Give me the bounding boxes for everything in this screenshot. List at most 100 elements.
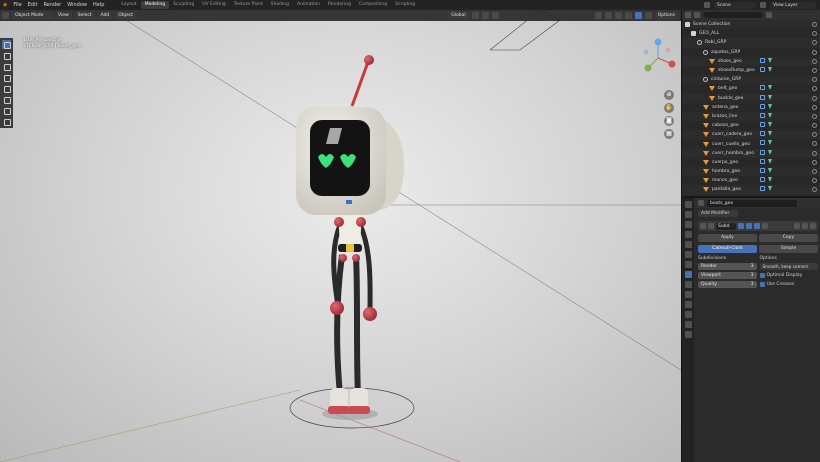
- 3d-viewport[interactable]: Object Mode View Select Add Object Globa…: [0, 10, 681, 462]
- visibility-eye-icon[interactable]: [812, 169, 817, 174]
- workspace-tab[interactable]: Animation: [293, 1, 324, 9]
- viewport-levels-field[interactable]: Viewport 3: [698, 272, 757, 279]
- zoom-icon[interactable]: ⊕: [664, 90, 674, 100]
- apply-button[interactable]: Apply: [698, 234, 757, 242]
- workspace-tab[interactable]: Rendering: [324, 1, 355, 9]
- outliner-row[interactable]: shoes_geo: [682, 56, 820, 66]
- visibility-eye-icon[interactable]: [812, 123, 817, 129]
- physics-tab-icon[interactable]: [684, 291, 692, 298]
- add-modifier-button[interactable]: Add Modifier: [698, 209, 738, 217]
- collapse-icon[interactable]: [700, 223, 706, 229]
- visibility-eye-icon[interactable]: [812, 86, 817, 92]
- transform-tool-icon[interactable]: [2, 95, 11, 104]
- outliner-row[interactable]: manos_geo: [682, 176, 820, 185]
- visibility-eye-icon[interactable]: [812, 31, 817, 37]
- data-tab-icon[interactable]: [684, 311, 692, 318]
- visibility-eye-icon[interactable]: [812, 49, 817, 55]
- edit-mode-toggle-icon[interactable]: [738, 223, 744, 229]
- visibility-eye-icon[interactable]: [812, 187, 817, 193]
- outliner-row[interactable]: Robi_GRP: [682, 38, 820, 48]
- move-down-icon[interactable]: [802, 223, 808, 229]
- workspace-tab[interactable]: Sculpting: [169, 1, 198, 9]
- outliner-row[interactable]: cuerr_hombro_geo: [682, 148, 820, 158]
- outliner-row[interactable]: brazos_line: [682, 111, 820, 122]
- outliner-row[interactable]: buckle_geo: [682, 93, 820, 103]
- navigation-gizmo[interactable]: [638, 38, 678, 78]
- viewport-toggle-icon[interactable]: [746, 223, 752, 229]
- select-tool-icon[interactable]: [2, 40, 11, 49]
- workspace-tab[interactable]: Compositing: [355, 1, 391, 9]
- shading-material-icon[interactable]: [634, 12, 642, 19]
- pan-icon[interactable]: ✋: [664, 103, 674, 113]
- snap-icon[interactable]: [481, 12, 489, 19]
- visibility-eye-icon[interactable]: [812, 40, 817, 46]
- quality-field[interactable]: Quality 3: [698, 281, 757, 288]
- visibility-eye-icon[interactable]: [812, 58, 817, 64]
- modifier-name-field[interactable]: Subd: [716, 222, 736, 230]
- catmull-clark-button[interactable]: Catmull-Clark: [698, 245, 757, 253]
- view-layer-tab-icon[interactable]: [684, 231, 692, 238]
- visibility-eye-icon[interactable]: [812, 132, 817, 138]
- view-layer-selector[interactable]: View Layer: [770, 1, 816, 9]
- editor-type-icon[interactable]: [2, 12, 9, 19]
- workspace-tab[interactable]: Modeling: [140, 1, 170, 9]
- scene-selector[interactable]: Scene: [714, 1, 756, 9]
- menu-render[interactable]: Render: [40, 2, 64, 8]
- outliner-row[interactable]: antena_geo: [682, 103, 820, 112]
- outliner-row[interactable]: Scene Collection: [682, 20, 820, 30]
- render-toggle-icon[interactable]: [754, 223, 760, 229]
- workspace-tab[interactable]: Scripting: [391, 1, 419, 9]
- visibility-eye-icon[interactable]: [812, 159, 817, 165]
- menu-view[interactable]: View: [55, 12, 72, 19]
- outliner-editor-icon[interactable]: [685, 12, 691, 18]
- proportional-edit-icon[interactable]: [491, 12, 499, 19]
- visibility-eye-icon[interactable]: [812, 22, 817, 27]
- measure-tool-icon[interactable]: [2, 117, 11, 126]
- visibility-eye-icon[interactable]: [812, 178, 817, 184]
- options-button[interactable]: Options: [654, 12, 678, 19]
- remove-modifier-icon[interactable]: [810, 223, 816, 229]
- ortho-toggle-icon[interactable]: ▦: [664, 129, 674, 139]
- visibility-eye-icon[interactable]: [812, 150, 817, 156]
- menu-select[interactable]: Select: [74, 12, 95, 19]
- blender-logo-icon[interactable]: ◉: [0, 2, 10, 8]
- simple-button[interactable]: Simple: [759, 245, 818, 253]
- world-tab-icon[interactable]: [684, 251, 692, 258]
- scene-tab-icon[interactable]: [684, 241, 692, 248]
- workspace-tab[interactable]: Layout: [117, 1, 140, 9]
- uv-smooth-dropdown[interactable]: Smooth, keep corners: [759, 263, 818, 270]
- optimal-display-row[interactable]: Optimal Display: [759, 272, 819, 279]
- overlay-icon[interactable]: [594, 12, 602, 19]
- menu-add[interactable]: Add: [97, 12, 113, 19]
- visibility-eye-icon[interactable]: [812, 141, 817, 147]
- visibility-eye-icon[interactable]: [812, 113, 817, 119]
- workspace-tab[interactable]: Shading: [267, 1, 293, 9]
- outliner-row[interactable]: zapatos_GRP: [682, 48, 820, 57]
- particles-tab-icon[interactable]: [684, 281, 692, 288]
- visibility-eye-icon[interactable]: [812, 104, 817, 110]
- outliner-row[interactable]: cuerpo_geo: [682, 158, 820, 167]
- cursor-tool-icon[interactable]: [2, 51, 11, 60]
- pivot-icon[interactable]: [471, 12, 479, 19]
- display-mode-icon[interactable]: [694, 12, 700, 18]
- outliner-row[interactable]: GEO_ALL: [682, 29, 820, 38]
- optimal-display-checkbox[interactable]: [759, 273, 765, 278]
- outliner-row[interactable]: hombro_geo: [682, 167, 820, 177]
- workspace-tab[interactable]: UV Editing: [198, 1, 229, 9]
- outliner-row[interactable]: cuerr_cuello_geo: [682, 139, 820, 148]
- tool-tab-icon[interactable]: [684, 201, 692, 208]
- menu-file[interactable]: File: [10, 2, 24, 8]
- visibility-eye-icon[interactable]: [812, 95, 817, 101]
- move-up-icon[interactable]: [794, 223, 800, 229]
- workspace-tab[interactable]: Texture Paint: [230, 1, 267, 9]
- outliner-row[interactable]: cinturon_GRP: [682, 75, 820, 85]
- shading-rendered-icon[interactable]: [644, 12, 652, 19]
- transform-orientation[interactable]: Global: [448, 12, 469, 19]
- constraints-tab-icon[interactable]: [684, 301, 692, 308]
- on-cage-toggle-icon[interactable]: [762, 223, 768, 229]
- shading-solid-icon[interactable]: [624, 12, 632, 19]
- copy-button[interactable]: Copy: [759, 234, 818, 242]
- outliner-search-input[interactable]: [703, 12, 763, 18]
- visibility-eye-icon[interactable]: [812, 77, 817, 83]
- output-tab-icon[interactable]: [684, 221, 692, 228]
